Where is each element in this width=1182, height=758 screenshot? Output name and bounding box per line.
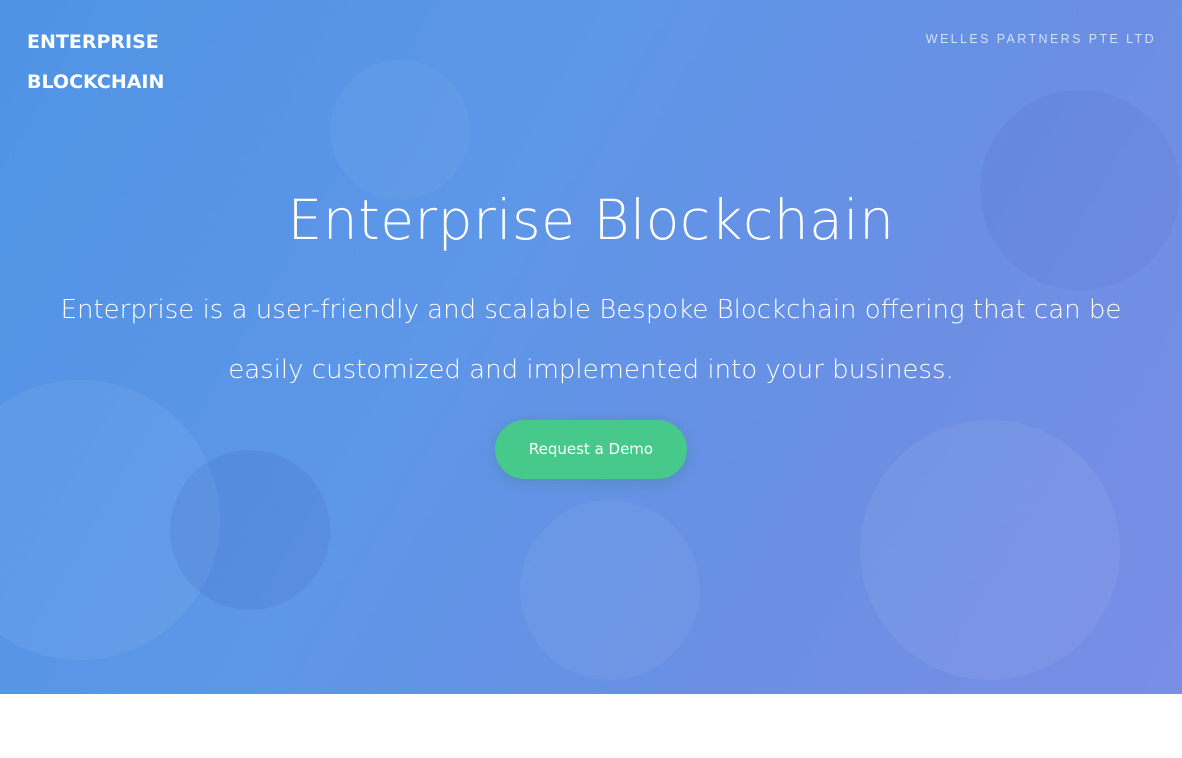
brand-line-1: ENTERPRISE <box>27 31 159 53</box>
hero-section: ENTERPRISE BLOCKCHAIN WELLES PARTNERS PT… <box>0 0 1182 694</box>
background-photo-blur <box>0 380 220 660</box>
hero-title: Enterprise Blockchain <box>287 188 895 252</box>
company-name-link[interactable]: WELLES PARTNERS PTE LTD <box>926 32 1156 46</box>
site-logo[interactable]: ENTERPRISE BLOCKCHAIN <box>27 22 227 102</box>
request-demo-button[interactable]: Request a Demo <box>495 420 687 479</box>
background-photo-blur <box>520 500 700 680</box>
background-photo-blur <box>860 420 1120 680</box>
background-photo-blur <box>330 60 470 200</box>
below-fold-section <box>0 694 1182 758</box>
hero-subtitle: Enterprise is a user-friendly and scalab… <box>60 295 1122 385</box>
brand-line-2: BLOCKCHAIN <box>27 71 165 93</box>
background-photo-blur <box>170 450 330 610</box>
